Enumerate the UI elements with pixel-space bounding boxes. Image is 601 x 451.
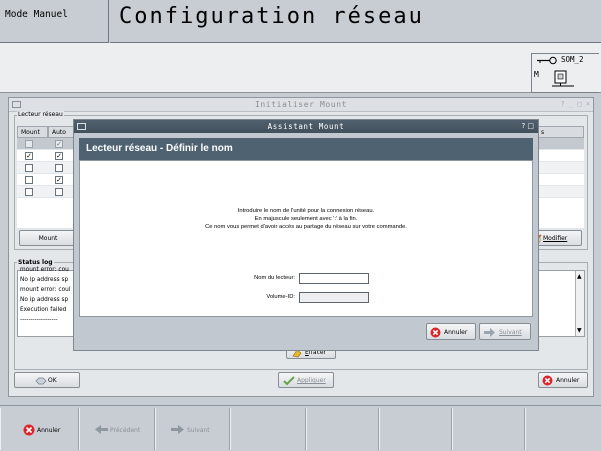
wizard-annuler-label: Annuler <box>444 329 468 336</box>
lecteur-name-label: Nom du lecteur: <box>254 275 295 281</box>
ok-icon <box>35 376 47 385</box>
status-scrollbar[interactable]: ▲ ▼ <box>575 271 584 336</box>
log-line: ------------------ <box>20 317 58 323</box>
page-title: Configuration réseau <box>110 0 601 43</box>
m-label: M <box>534 70 539 79</box>
scroll-up-icon[interactable]: ▲ <box>577 273 582 280</box>
log-line: No ip address sp <box>20 277 69 283</box>
mount-wizard-dialog: Assistant Mount ? □ Lecteur réseau - Déf… <box>73 119 539 351</box>
intro-line: En majuscule seulement avec ':' à la fin… <box>254 216 358 222</box>
softkey-bar: Annuler Précédent Suivant <box>0 405 601 451</box>
column-header-mount[interactable]: Mount <box>17 126 48 138</box>
appliquer-button[interactable]: Appliquer <box>278 372 334 388</box>
wizard-title: Assistant Mount <box>267 122 345 131</box>
window-controls[interactable]: ? _ □ × <box>560 100 590 108</box>
machine-status-icon <box>552 66 574 90</box>
cancel-icon <box>542 375 553 386</box>
wizard-titlebar: Assistant Mount ? □ <box>74 120 538 133</box>
annuler-label: Annuler <box>556 377 580 384</box>
mount-button[interactable]: Mount <box>19 230 77 246</box>
mount-checkbox[interactable] <box>25 140 33 148</box>
group-legend: Lecteur réseau <box>17 111 64 118</box>
log-line: Execution failed <box>20 307 67 313</box>
auto-checkbox[interactable]: ✓ <box>55 152 63 160</box>
log-line: mount error: cou <box>20 267 69 273</box>
wizard-suivant-label: Suivant <box>499 329 522 336</box>
softkey-label: Annuler <box>37 427 61 434</box>
arrow-right-icon <box>484 328 496 337</box>
softkey-empty[interactable] <box>230 408 306 450</box>
window-title: Initialiser Mount <box>254 100 348 109</box>
softkey-precedent[interactable]: Précédent <box>79 408 155 450</box>
lecteur-name-input[interactable] <box>299 273 369 284</box>
check-icon <box>283 376 295 386</box>
cancel-icon <box>430 327 441 338</box>
mount-checkbox[interactable] <box>25 176 33 184</box>
ok-button[interactable]: OK <box>14 372 80 388</box>
arrow-left-icon <box>95 425 108 434</box>
softkey-label: Suivant <box>187 427 210 434</box>
scroll-down-icon[interactable]: ▼ <box>577 327 582 334</box>
intro-line: Introduire le nom de l'unité pour la con… <box>237 208 375 214</box>
log-line: No ip address sp <box>20 297 69 303</box>
auto-checkbox[interactable]: ✓ <box>55 140 63 148</box>
som-label: SOM_2 <box>561 55 584 64</box>
wizard-window-controls[interactable]: ? □ <box>521 122 534 130</box>
wizard-body: Introduire le nom de l'unité pour la con… <box>79 160 533 317</box>
softkey-annuler[interactable]: Annuler <box>0 408 79 450</box>
mount-checkbox[interactable] <box>25 188 33 196</box>
mount-checkbox[interactable] <box>25 164 33 172</box>
log-line: mount error: coul <box>20 287 71 293</box>
softkey-empty[interactable] <box>306 408 379 450</box>
volume-id-input[interactable] <box>299 292 369 303</box>
header-band <box>0 43 601 93</box>
intro-line: Ce nom vous permet d'avoir accès au part… <box>205 224 407 230</box>
softkey-empty[interactable] <box>525 408 601 450</box>
ok-label: OK <box>48 377 57 384</box>
auto-checkbox[interactable] <box>55 164 63 172</box>
key-icon <box>536 56 558 65</box>
auto-checkbox[interactable]: ✓ <box>55 176 63 184</box>
column-header-options[interactable]: s <box>537 126 584 138</box>
auto-checkbox[interactable] <box>55 188 63 196</box>
softkey-label: Précédent <box>110 427 141 434</box>
wizard-annuler-button[interactable]: Annuler <box>426 323 476 340</box>
mount-checkbox[interactable]: ✓ <box>25 152 33 160</box>
status-log-legend: Status log <box>17 259 54 266</box>
wizard-step-title: Lecteur réseau - Définir le nom <box>79 138 533 160</box>
arrow-right-icon <box>171 425 184 434</box>
wizard-suivant-button[interactable]: Suivant <box>479 323 531 340</box>
softkey-empty[interactable] <box>452 408 525 450</box>
mode-label: Mode Manuel <box>0 0 109 43</box>
softkey-empty[interactable] <box>379 408 452 450</box>
cancel-icon <box>23 424 35 436</box>
softkey-suivant[interactable]: Suivant <box>155 408 230 450</box>
appliquer-label: Appliquer <box>297 377 326 384</box>
window-titlebar: Initialiser Mount ? _ □ × <box>9 98 593 112</box>
modifier-label: Modifier <box>543 235 568 242</box>
volume-id-label: Volume-ID: <box>266 294 295 300</box>
annuler-button[interactable]: Annuler <box>538 372 588 388</box>
